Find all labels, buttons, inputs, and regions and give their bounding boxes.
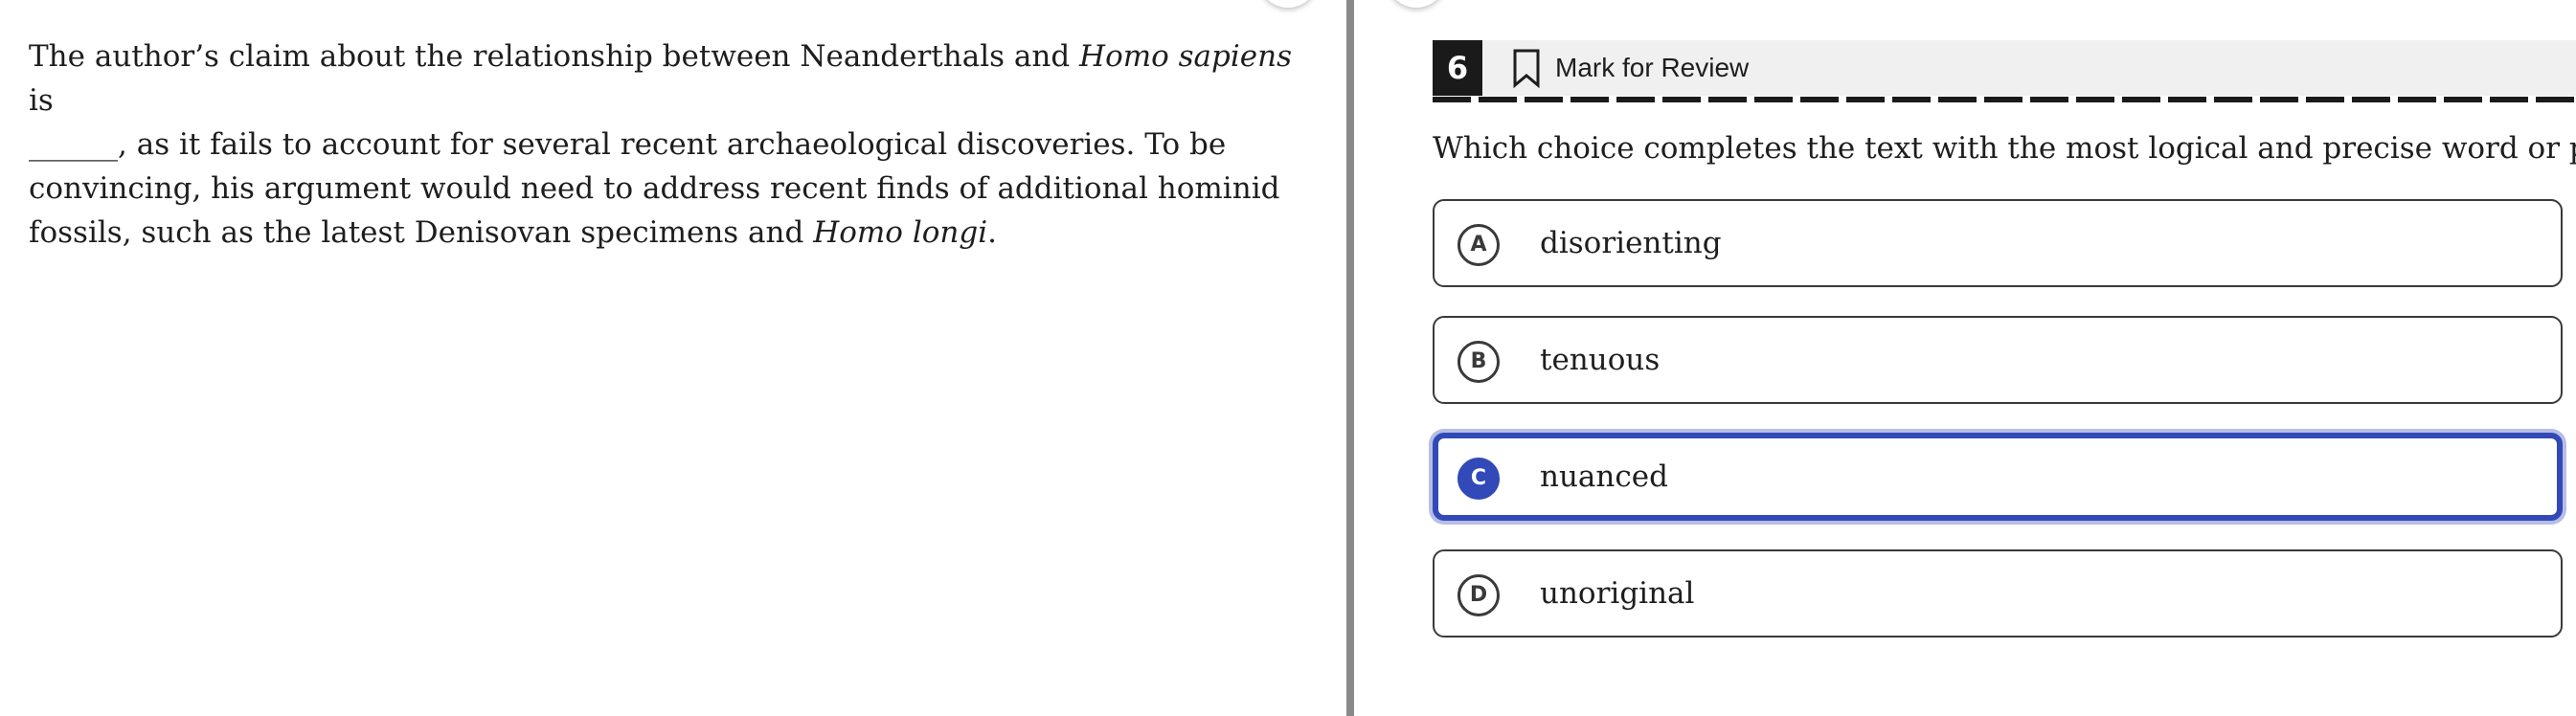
passage-line-2: ______, as it fails to account for sever… xyxy=(29,127,1227,162)
choice-a[interactable]: A disorienting xyxy=(1433,199,2563,287)
question-prompt: Which choice completes the text with the… xyxy=(1433,131,2576,166)
passage-pane: The author’s claim about the relationshi… xyxy=(0,0,1345,716)
choice-c[interactable]: C nuanced xyxy=(1433,433,2563,521)
passage-text: The author’s claim about the relationshi… xyxy=(29,34,1312,255)
question-number: 6 xyxy=(1433,40,1482,96)
mark-for-review-button[interactable]: Mark for Review xyxy=(1511,40,1749,96)
pane-divider[interactable] xyxy=(1346,0,1354,716)
passage-line-4: fossils, such as the latest Denisovan sp… xyxy=(29,215,997,250)
mark-for-review-label: Mark for Review xyxy=(1555,53,1750,82)
choice-letter-badge: D xyxy=(1457,574,1500,616)
choice-b[interactable]: B tenuous xyxy=(1433,316,2563,404)
passage-line-1: The author’s claim about the relationshi… xyxy=(29,39,1293,118)
passage-italic-term: Homo longi xyxy=(813,215,988,250)
bookmark-icon xyxy=(1513,49,1540,88)
choice-text: nuanced xyxy=(1540,459,1668,494)
choice-text: tenuous xyxy=(1540,343,1661,377)
choice-text: unoriginal xyxy=(1540,576,1695,611)
choice-letter-badge: C xyxy=(1457,458,1500,500)
passage-line-3: convincing, his argument would need to a… xyxy=(29,171,1280,206)
passage-italic-term: Homo sapiens xyxy=(1079,39,1293,74)
choice-text: disorienting xyxy=(1540,226,1722,260)
choice-d[interactable]: D unoriginal xyxy=(1433,549,2563,638)
choice-letter-badge: A xyxy=(1457,224,1500,266)
test-screen: The author’s claim about the relationshi… xyxy=(0,0,2576,716)
question-pane: 6 Mark for Review Which choice completes… xyxy=(1354,0,2576,716)
header-dashed-divider xyxy=(1433,97,2576,102)
choice-letter-badge: B xyxy=(1457,341,1500,383)
question-header: 6 Mark for Review xyxy=(1433,40,2576,96)
